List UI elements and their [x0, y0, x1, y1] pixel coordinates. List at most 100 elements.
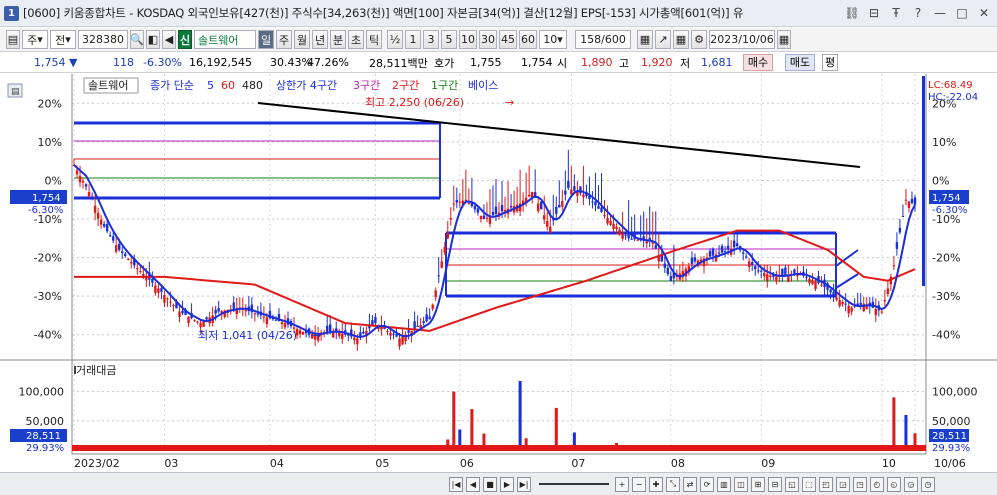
candle-body — [232, 302, 235, 309]
interval-5[interactable]: 5 — [441, 30, 457, 49]
count-field[interactable]: 158/600 — [575, 30, 631, 49]
code-input[interactable]: 328380 — [78, 30, 128, 49]
candle-body — [744, 256, 748, 258]
interval-45[interactable]: 45 — [499, 30, 517, 49]
x-tick-label: 05 — [375, 457, 389, 470]
tool-j-icon[interactable]: ⬚ — [802, 476, 816, 492]
price-tag-right-pct: -6.30% — [932, 205, 967, 216]
candle-body — [341, 333, 344, 340]
tool-p-icon[interactable]: ◶ — [904, 476, 918, 492]
prev-icon[interactable]: |◀ — [449, 476, 463, 492]
candle-body — [301, 331, 305, 335]
open-label: 시 — [557, 56, 568, 70]
tool-i-icon[interactable]: ◱ — [785, 476, 799, 492]
tool-b-icon[interactable]: ⤡ — [666, 476, 680, 492]
candle-body — [455, 199, 459, 203]
buy-button[interactable]: 매수 — [743, 54, 773, 71]
candle-body — [416, 325, 419, 327]
back-icon[interactable]: ◀ — [466, 476, 480, 492]
high-annotation: 최고 2,250 (06/26) — [365, 96, 464, 109]
settings-icon[interactable]: ⚙ — [691, 30, 707, 49]
interval-30[interactable]: 30 — [479, 30, 497, 49]
candle-body — [139, 271, 142, 273]
tool-n-icon[interactable]: ◴ — [870, 476, 884, 492]
change-pct: -6.30% — [143, 56, 182, 69]
interval-select[interactable]: 10 ▾ — [539, 30, 567, 49]
speed-slider[interactable] — [539, 483, 609, 485]
draw-icon[interactable]: ↗ — [655, 30, 671, 49]
interval-10[interactable]: 10 — [459, 30, 477, 49]
stock-chart[interactable]: ▤ 솔트웨어 종가 단순 5 60 480 상한가 4구간 3구간 2구간 1구… — [0, 74, 997, 472]
menu-icon[interactable]: ▤ — [6, 30, 20, 49]
candle-body — [338, 332, 341, 337]
candle-body — [913, 197, 917, 205]
tool-m-icon[interactable]: ◳ — [853, 476, 867, 492]
next-icon[interactable]: ▶| — [517, 476, 531, 492]
open-price: 1,890 — [581, 56, 613, 69]
link-icon[interactable]: ⛓ — [843, 4, 861, 22]
tool-k-icon[interactable]: ◰ — [819, 476, 833, 492]
tool-l-icon[interactable]: ◲ — [836, 476, 850, 492]
low-annotation: 최저 1,041 (04/26) — [198, 329, 297, 342]
interval-1[interactable]: 1 — [405, 30, 421, 49]
maximize-icon[interactable]: □ — [953, 4, 971, 22]
pin-icon[interactable]: ⊟ — [865, 4, 883, 22]
stop-icon[interactable]: ■ — [483, 476, 497, 492]
candle-body — [265, 317, 269, 325]
tool-f-icon[interactable]: ◫ — [734, 476, 748, 492]
candle-body — [127, 259, 130, 261]
tool-a-icon[interactable]: ✚ — [649, 476, 663, 492]
zoom-in-icon[interactable]: + — [615, 476, 629, 492]
period-day[interactable]: 일 — [258, 30, 274, 49]
period-year[interactable]: 년 — [312, 30, 328, 49]
tool-o-icon[interactable]: ◵ — [887, 476, 901, 492]
play-icon[interactable]: ▶ — [500, 476, 514, 492]
market-select[interactable]: 전 ▾ — [50, 30, 76, 49]
help-icon[interactable]: ? — [909, 4, 927, 22]
calendar-icon[interactable]: ▦ — [777, 30, 791, 49]
tool-h-icon[interactable]: ⊟ — [768, 476, 782, 492]
candle-body — [766, 274, 769, 281]
vol-tick-left: 50,000 — [26, 415, 65, 428]
half-button[interactable]: ½ — [387, 30, 403, 49]
candle-body — [624, 235, 627, 237]
tool-c-icon[interactable]: ⇄ — [683, 476, 697, 492]
period-second[interactable]: 초 — [348, 30, 364, 49]
tool-g-icon[interactable]: ⊞ — [751, 476, 765, 492]
period-minute[interactable]: 분 — [330, 30, 346, 49]
candle-body — [850, 307, 853, 312]
candle-body — [491, 212, 495, 216]
candle-body — [564, 190, 567, 195]
close-icon[interactable]: ✕ — [975, 4, 993, 22]
candle-body — [573, 186, 576, 191]
search-icon[interactable]: 🔍 — [130, 30, 144, 49]
period-tick[interactable]: 틱 — [366, 30, 382, 49]
tool-d-icon[interactable]: ⟳ — [700, 476, 714, 492]
tool-icon[interactable]: ▦ — [637, 30, 653, 49]
interval-60[interactable]: 60 — [519, 30, 537, 49]
font-icon[interactable]: Ŧ — [887, 4, 905, 22]
tool-q-icon[interactable]: ◷ — [921, 476, 935, 492]
candle-body — [763, 273, 766, 277]
period-month[interactable]: 월 — [294, 30, 310, 49]
candle-body — [81, 181, 85, 183]
legend-ma-label: 종가 단순 — [150, 79, 194, 92]
minimize-icon[interactable]: — — [931, 4, 949, 22]
tool-e-icon[interactable]: ▥ — [717, 476, 731, 492]
history-icon[interactable]: ◧ — [146, 30, 160, 49]
speaker-icon[interactable]: ◀ — [162, 30, 176, 49]
date-field[interactable]: 2023/10/06 — [709, 30, 775, 49]
sell-button[interactable]: 매도 — [785, 54, 815, 71]
candle-body — [151, 278, 154, 283]
candle-body — [609, 220, 612, 225]
zoom-out-icon[interactable]: − — [632, 476, 646, 492]
candle-body — [108, 235, 112, 237]
legend-ma60: 60 — [221, 79, 235, 92]
price-tag-left-value: 1,754 — [32, 193, 61, 204]
candle-body — [669, 276, 673, 281]
eval-button[interactable]: 평 — [822, 54, 838, 71]
type-select[interactable]: 주 ▾ — [22, 30, 48, 49]
period-week[interactable]: 주 — [276, 30, 292, 49]
grid-icon[interactable]: ▦ — [673, 30, 689, 49]
interval-3[interactable]: 3 — [423, 30, 439, 49]
